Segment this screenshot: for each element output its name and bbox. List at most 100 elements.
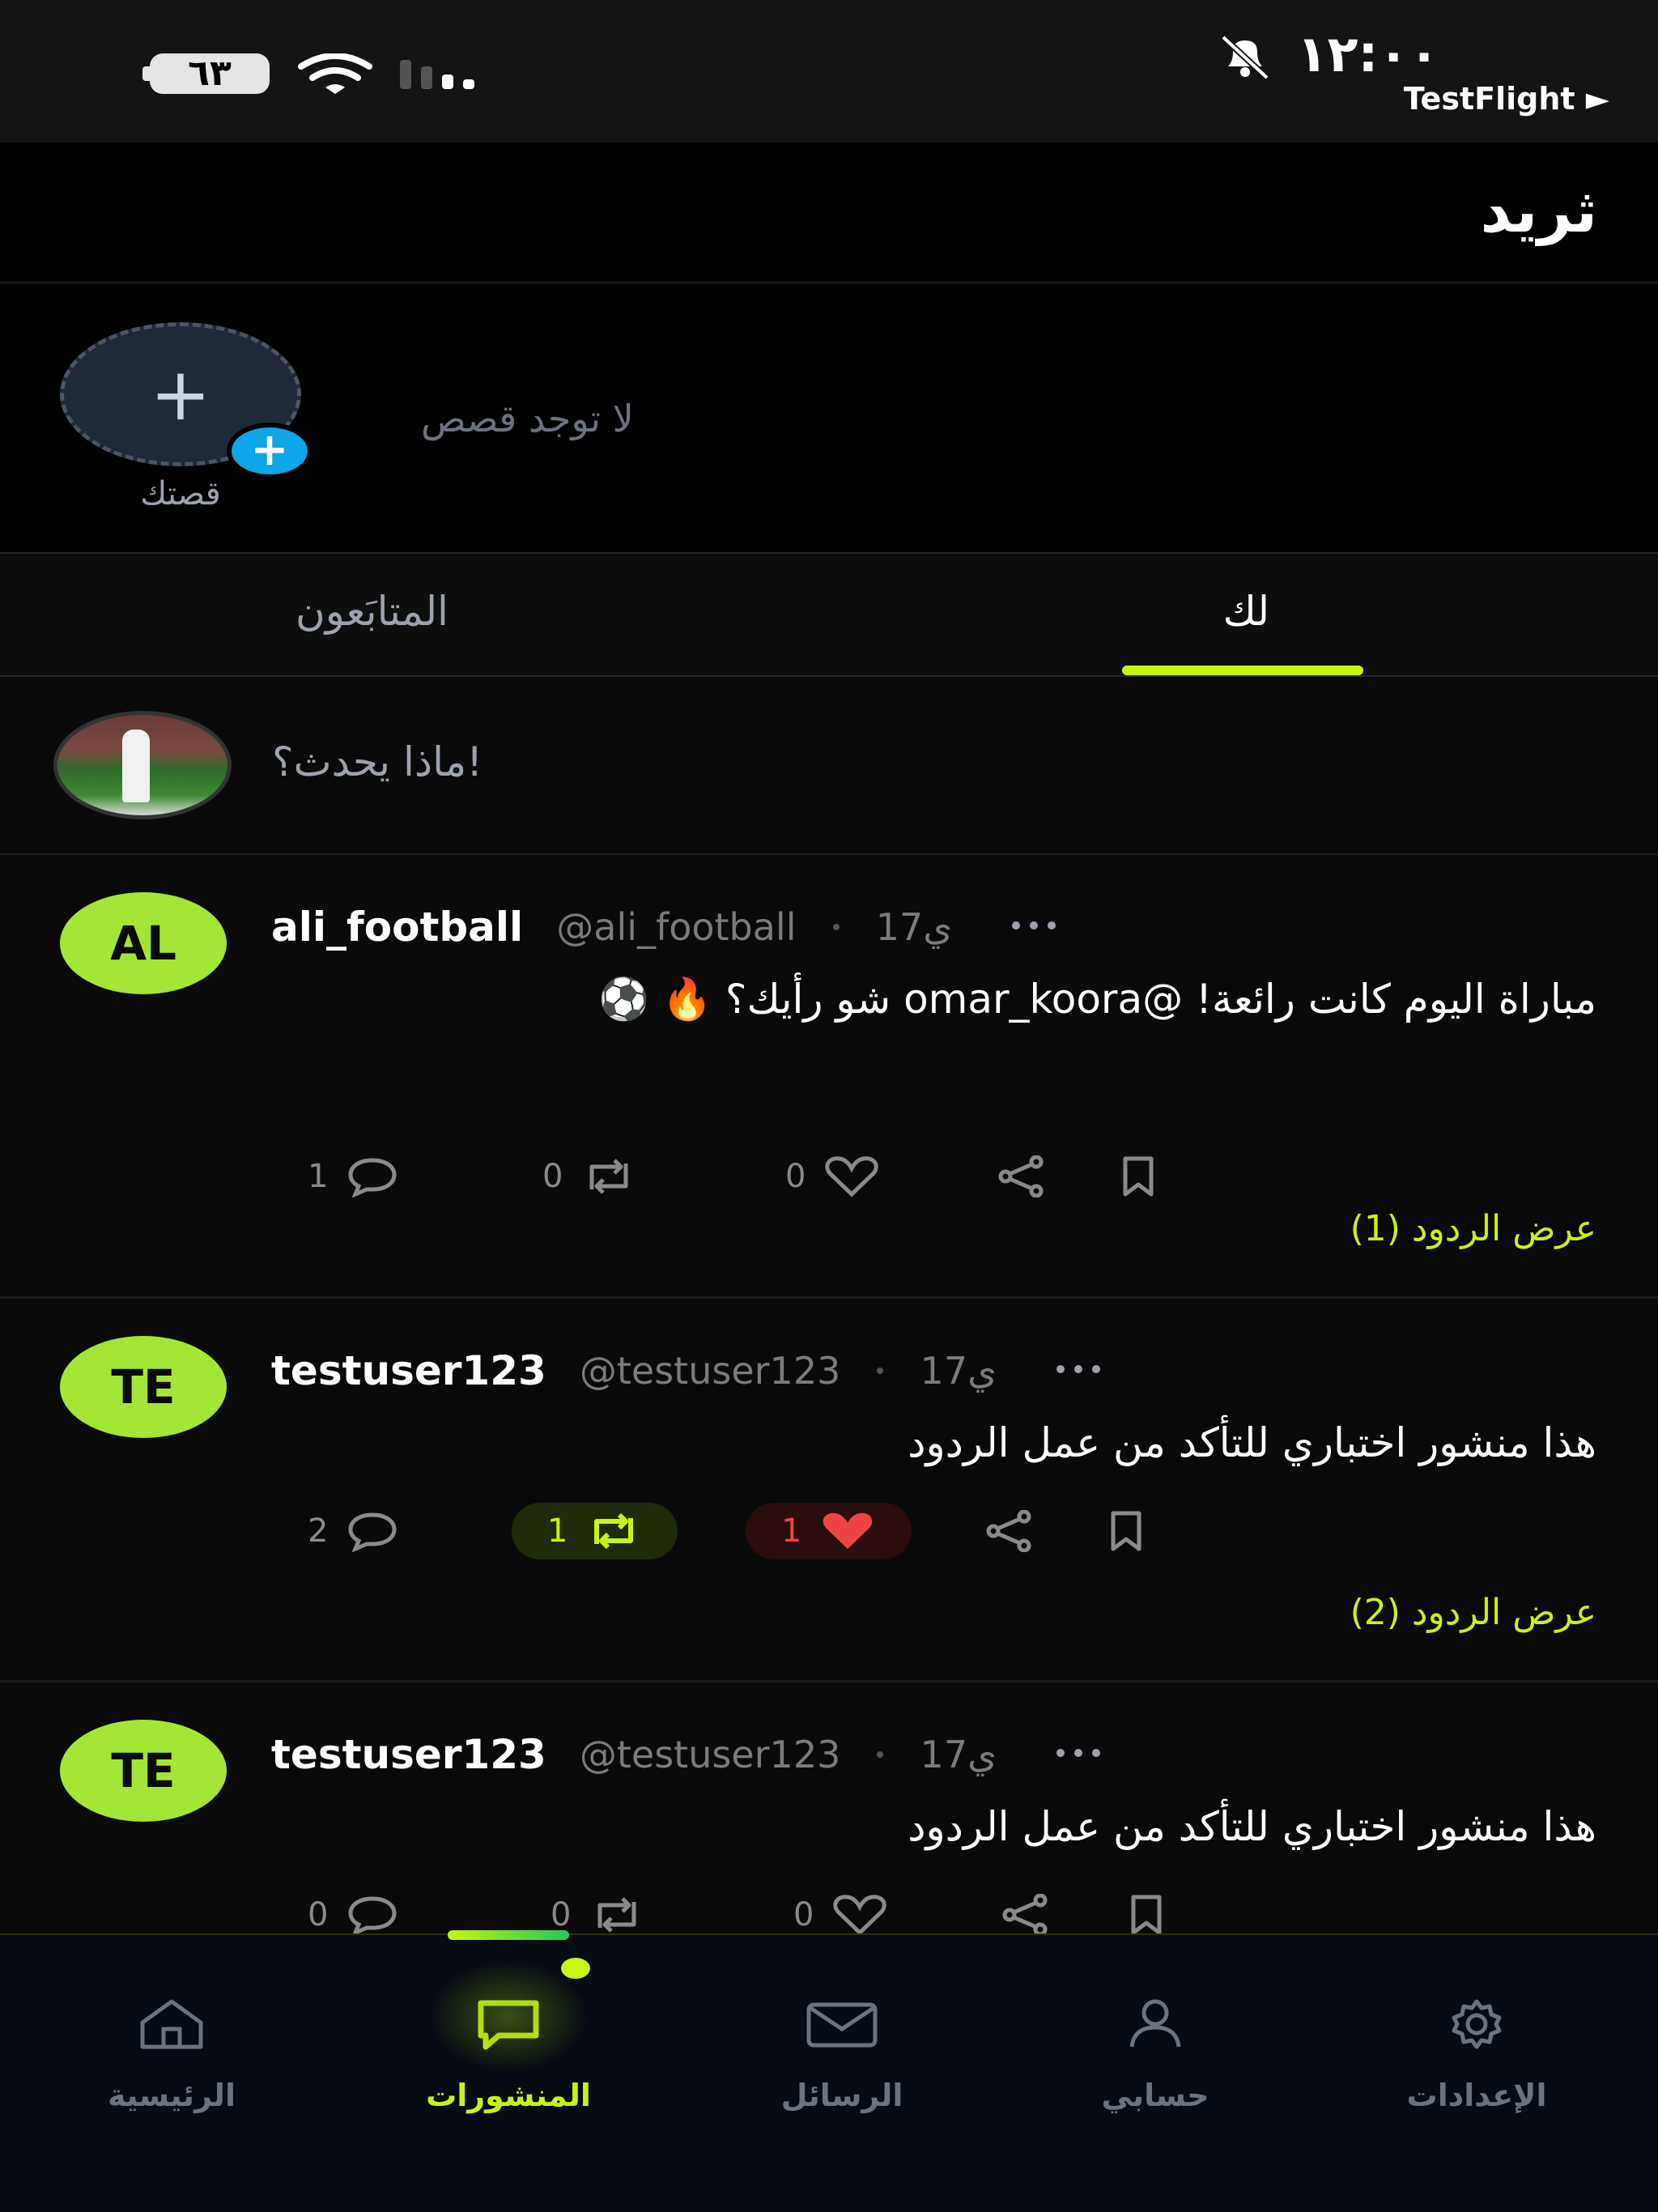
bell-muted-icon bbox=[1221, 35, 1269, 79]
bottom-nav: الرئيسية المنشورات الرسائل حسابي الإعداد… bbox=[0, 1933, 1658, 2212]
username[interactable]: testuser123 bbox=[271, 1347, 546, 1394]
post-card: AL ali_football @ali_football 17ي مباراة… bbox=[0, 857, 1658, 1299]
wifi-icon bbox=[298, 53, 372, 94]
avatar[interactable]: AL bbox=[60, 892, 227, 994]
avatar[interactable]: TE bbox=[60, 1336, 227, 1438]
like-button[interactable]: 0 bbox=[785, 1148, 880, 1205]
post-header: testuser123 @testuser123 17ي bbox=[271, 1731, 1103, 1780]
post-header: ali_football @ali_football 17ي bbox=[271, 904, 1058, 952]
reply-count: 2 bbox=[308, 1512, 329, 1550]
post-actions: 1 0 0 bbox=[308, 1148, 1182, 1205]
post-time: 17ي bbox=[920, 1349, 997, 1393]
app-header: ثريد bbox=[0, 143, 1658, 283]
repost-button[interactable]: 1 bbox=[512, 1503, 678, 1559]
heart-icon bbox=[825, 1156, 879, 1197]
heart-icon bbox=[823, 1512, 873, 1549]
separator-dot bbox=[877, 1368, 884, 1374]
nav-home[interactable]: الرئيسية bbox=[50, 1992, 293, 2113]
post-text: مباراة اليوم كانت رائعة! @omar_koora شو … bbox=[598, 976, 1596, 1023]
bookmark-button[interactable] bbox=[1117, 1148, 1159, 1205]
username[interactable]: ali_football bbox=[271, 904, 523, 951]
tab-for-you[interactable]: لك bbox=[1223, 588, 1269, 635]
avatar-photo bbox=[122, 730, 150, 802]
no-stories-text: لا توجد قصص bbox=[421, 397, 634, 440]
your-story-label: قصتك bbox=[140, 475, 221, 513]
status-bar: ٦٣ ١٢:٠٠ TestFlight ► bbox=[0, 0, 1658, 143]
reply-count: 1 bbox=[308, 1158, 329, 1195]
like-count: 1 bbox=[781, 1512, 802, 1550]
share-icon bbox=[986, 1510, 1031, 1552]
composer-placeholder[interactable]: ماذا يحدث؟! bbox=[272, 738, 483, 785]
repost-icon bbox=[589, 1159, 628, 1194]
reply-button[interactable]: 1 bbox=[308, 1148, 399, 1205]
testflight-back-link[interactable]: TestFlight ► bbox=[1404, 81, 1609, 117]
post-time: 17ي bbox=[875, 905, 953, 949]
post-card: TE testuser123 @testuser123 17ي هذا منشو… bbox=[0, 1684, 1658, 1937]
handle: @ali_football bbox=[556, 905, 797, 949]
repost-count: 1 bbox=[547, 1512, 568, 1550]
post-actions: 2 1 1 bbox=[308, 1503, 1182, 1559]
username[interactable]: testuser123 bbox=[271, 1731, 546, 1778]
nav-account-label: حسابي bbox=[1101, 2078, 1209, 2113]
status-time: ١٢:٠٠ bbox=[1296, 24, 1439, 83]
active-tab-indicator bbox=[1122, 666, 1363, 675]
share-button[interactable] bbox=[996, 1148, 1048, 1205]
more-options-icon[interactable] bbox=[1054, 1361, 1103, 1380]
like-count: 0 bbox=[793, 1896, 814, 1933]
bookmark-button[interactable] bbox=[1105, 1503, 1147, 1559]
avatar[interactable] bbox=[53, 711, 232, 819]
plus-icon: + bbox=[150, 352, 211, 437]
nav-account[interactable]: حسابي bbox=[1034, 1992, 1277, 2113]
repost-count: 0 bbox=[542, 1158, 563, 1195]
like-button[interactable]: 1 bbox=[746, 1503, 912, 1559]
reply-button[interactable]: 2 bbox=[308, 1503, 399, 1559]
view-replies-link[interactable]: عرض الردود (1) bbox=[1350, 1208, 1596, 1249]
share-button[interactable] bbox=[984, 1503, 1035, 1559]
like-count: 0 bbox=[785, 1158, 806, 1195]
nav-messages[interactable]: الرسائل bbox=[721, 1992, 963, 2113]
more-options-icon[interactable] bbox=[1054, 1745, 1103, 1764]
comment-icon bbox=[348, 1512, 397, 1552]
nav-messages-label: الرسائل bbox=[780, 2078, 903, 2113]
nav-home-label: الرئيسية bbox=[108, 2078, 236, 2113]
stories-bar: + + قصتك لا توجد قصص bbox=[0, 285, 1658, 554]
notification-dot bbox=[561, 1958, 590, 1979]
post-text: هذا منشور اختباري للتأكد من عمل الردود bbox=[908, 1419, 1596, 1466]
mail-icon bbox=[806, 2002, 878, 2048]
page-title: ثريد bbox=[1480, 177, 1597, 246]
separator-dot bbox=[832, 924, 840, 930]
nav-settings[interactable]: الإعدادات bbox=[1355, 1992, 1598, 2113]
handle: @testuser123 bbox=[579, 1733, 841, 1776]
tab-following[interactable]: المتابَعون bbox=[295, 588, 449, 635]
comment-icon bbox=[348, 1158, 397, 1197]
repost-icon bbox=[594, 1513, 634, 1549]
avatar[interactable]: TE bbox=[60, 1720, 227, 1822]
heart-icon bbox=[833, 1895, 887, 1936]
more-options-icon[interactable] bbox=[1010, 917, 1058, 937]
reply-count: 0 bbox=[308, 1896, 329, 1933]
post-text: هذا منشور اختباري للتأكد من عمل الردود bbox=[908, 1803, 1596, 1850]
scroll-indicator bbox=[448, 1930, 569, 1940]
bookmark-icon bbox=[1123, 1156, 1154, 1197]
repost-icon bbox=[597, 1897, 636, 1933]
nav-posts-label: المنشورات bbox=[426, 2078, 591, 2113]
share-icon bbox=[1002, 1894, 1048, 1936]
home-icon bbox=[140, 1999, 203, 2049]
view-replies-link[interactable]: عرض الردود (2) bbox=[1350, 1592, 1596, 1633]
add-story-badge-icon[interactable]: + bbox=[227, 423, 312, 479]
nav-settings-label: الإعدادات bbox=[1406, 2078, 1547, 2113]
bookmark-icon bbox=[1131, 1895, 1162, 1935]
active-nav-glow bbox=[427, 1959, 589, 2073]
share-icon bbox=[998, 1155, 1044, 1197]
battery-indicator: ٦٣ bbox=[150, 53, 270, 94]
bookmark-icon bbox=[1111, 1511, 1141, 1551]
post-card: TE testuser123 @testuser123 17ي هذا منشو… bbox=[0, 1300, 1658, 1682]
gear-icon bbox=[1452, 1999, 1502, 2049]
repost-count: 0 bbox=[551, 1896, 572, 1933]
separator-dot bbox=[877, 1751, 884, 1758]
post-composer[interactable]: ماذا يحدث؟! bbox=[0, 678, 1658, 855]
signal-icon bbox=[400, 60, 474, 89]
handle: @testuser123 bbox=[579, 1349, 841, 1393]
repost-button[interactable]: 0 bbox=[542, 1148, 637, 1205]
post-header: testuser123 @testuser123 17ي bbox=[271, 1347, 1103, 1396]
